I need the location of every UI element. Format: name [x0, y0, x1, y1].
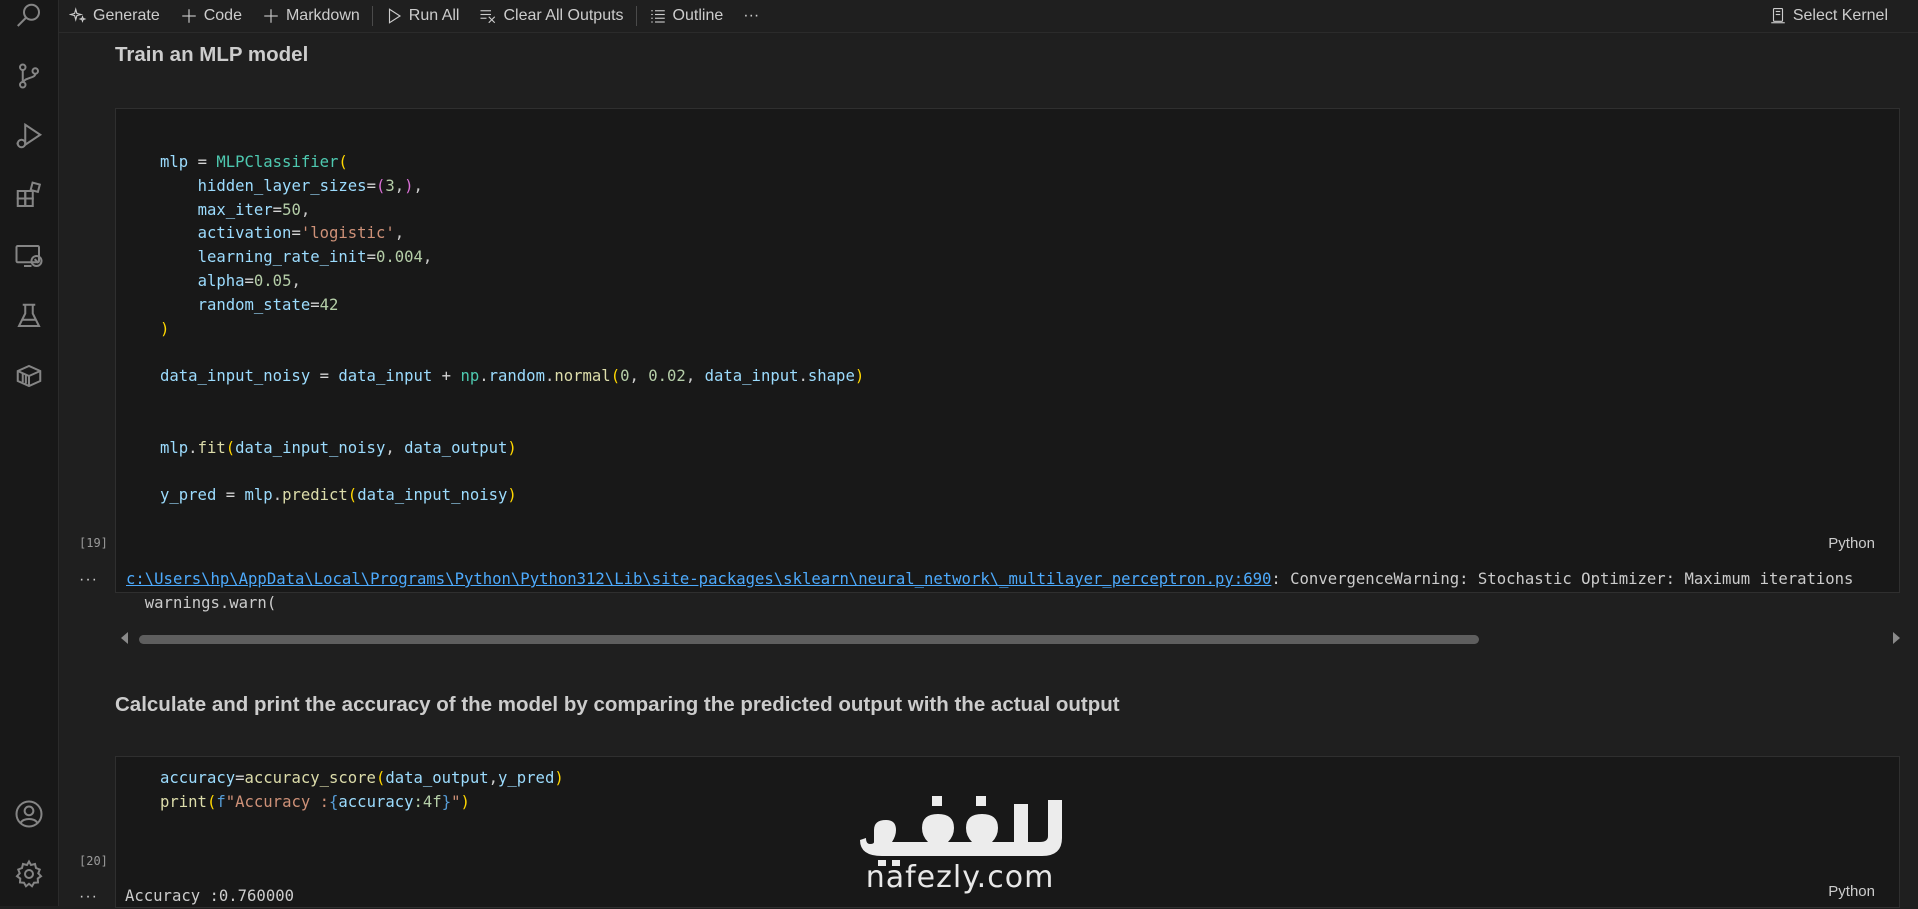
notebook-editor: Train an MLP model mlp = MLPClassifier( …	[59, 33, 1918, 908]
markdown-label: Markdown	[285, 7, 360, 24]
kernel-server-icon	[1771, 7, 1785, 24]
play-icon	[388, 8, 401, 24]
remote-explorer-icon[interactable]	[13, 240, 45, 272]
testing-icon[interactable]	[13, 300, 45, 332]
run-all-button[interactable]: Run All	[375, 0, 470, 32]
output-warning-line: warnings.warn(	[126, 594, 277, 612]
notebook-toolbar: Generate Code Markdown Run All Clear All…	[59, 0, 1918, 33]
output-more-button[interactable]: ···	[79, 571, 98, 589]
clear-all-outputs-button[interactable]: Clear All Outputs	[469, 0, 633, 32]
clear-all-outputs-label: Clear All Outputs	[503, 7, 624, 24]
search-icon[interactable]	[13, 0, 45, 32]
more-actions-button[interactable]: ···	[733, 0, 769, 32]
code-editor[interactable]: mlp = MLPClassifier( hidden_layer_sizes=…	[160, 151, 864, 508]
toolbar-divider	[371, 6, 373, 26]
scroll-right-arrow-icon[interactable]	[1893, 632, 1900, 644]
outline-button[interactable]: Outline	[639, 0, 734, 32]
code-label: Code	[203, 7, 242, 24]
cell-language-label[interactable]: Python	[1828, 535, 1875, 552]
cell-output: c:\Users\hp\AppData\Local\Programs\Pytho…	[126, 568, 1853, 592]
output-horizontal-scrollbar[interactable]	[121, 632, 1900, 646]
sparkle-icon	[69, 7, 87, 23]
plus-icon	[264, 9, 278, 23]
settings-gear-icon[interactable]	[13, 858, 45, 890]
output-more-button[interactable]: ···	[79, 888, 98, 906]
toolbar-divider	[635, 6, 637, 26]
execution-count: [20]	[79, 854, 108, 868]
cell-language-label[interactable]: Python	[1828, 883, 1875, 900]
scrollbar-thumb[interactable]	[139, 635, 1479, 644]
add-code-cell-button[interactable]: Code	[170, 0, 252, 32]
markdown-cell-heading[interactable]: Calculate and print the accuracy of the …	[115, 693, 1120, 717]
add-markdown-cell-button[interactable]: Markdown	[252, 0, 370, 32]
list-icon	[650, 10, 665, 23]
output-file-link[interactable]: c:\Users\hp\AppData\Local\Programs\Pytho…	[126, 570, 1271, 588]
run-debug-icon[interactable]	[13, 120, 45, 152]
execution-count: [19]	[79, 536, 108, 550]
code-editor[interactable]: accuracy=accuracy_score(data_output,y_pr…	[160, 767, 564, 815]
clear-all-icon	[480, 10, 496, 24]
accuracy-output: Accuracy :0.760000	[125, 887, 294, 905]
outline-label: Outline	[672, 7, 724, 24]
select-kernel-button[interactable]: Select Kernel	[1759, 0, 1918, 32]
output-warning-text: : ConvergenceWarning: Stochastic Optimiz…	[1271, 570, 1854, 588]
generate-button[interactable]: Generate	[59, 0, 170, 32]
scroll-left-arrow-icon[interactable]	[121, 632, 128, 644]
run-all-label: Run All	[408, 7, 460, 24]
account-icon[interactable]	[13, 798, 45, 830]
watermark-domain: nafezly.com	[865, 860, 1055, 895]
ellipsis-icon: ···	[743, 7, 760, 24]
markdown-cell-heading[interactable]: Train an MLP model	[115, 43, 308, 67]
nafezly-logo	[860, 796, 1062, 866]
extensions-icon[interactable]	[13, 180, 45, 212]
activity-bar	[0, 0, 59, 906]
source-control-icon[interactable]	[13, 60, 45, 92]
select-kernel-label: Select Kernel	[1792, 7, 1888, 24]
plus-icon	[181, 9, 196, 23]
code-cell-mlp[interactable]: mlp = MLPClassifier( hidden_layer_sizes=…	[115, 108, 1900, 593]
package-icon[interactable]	[13, 360, 45, 392]
nafezly-watermark: nafezly.com	[852, 790, 1068, 906]
generate-label: Generate	[93, 7, 160, 24]
